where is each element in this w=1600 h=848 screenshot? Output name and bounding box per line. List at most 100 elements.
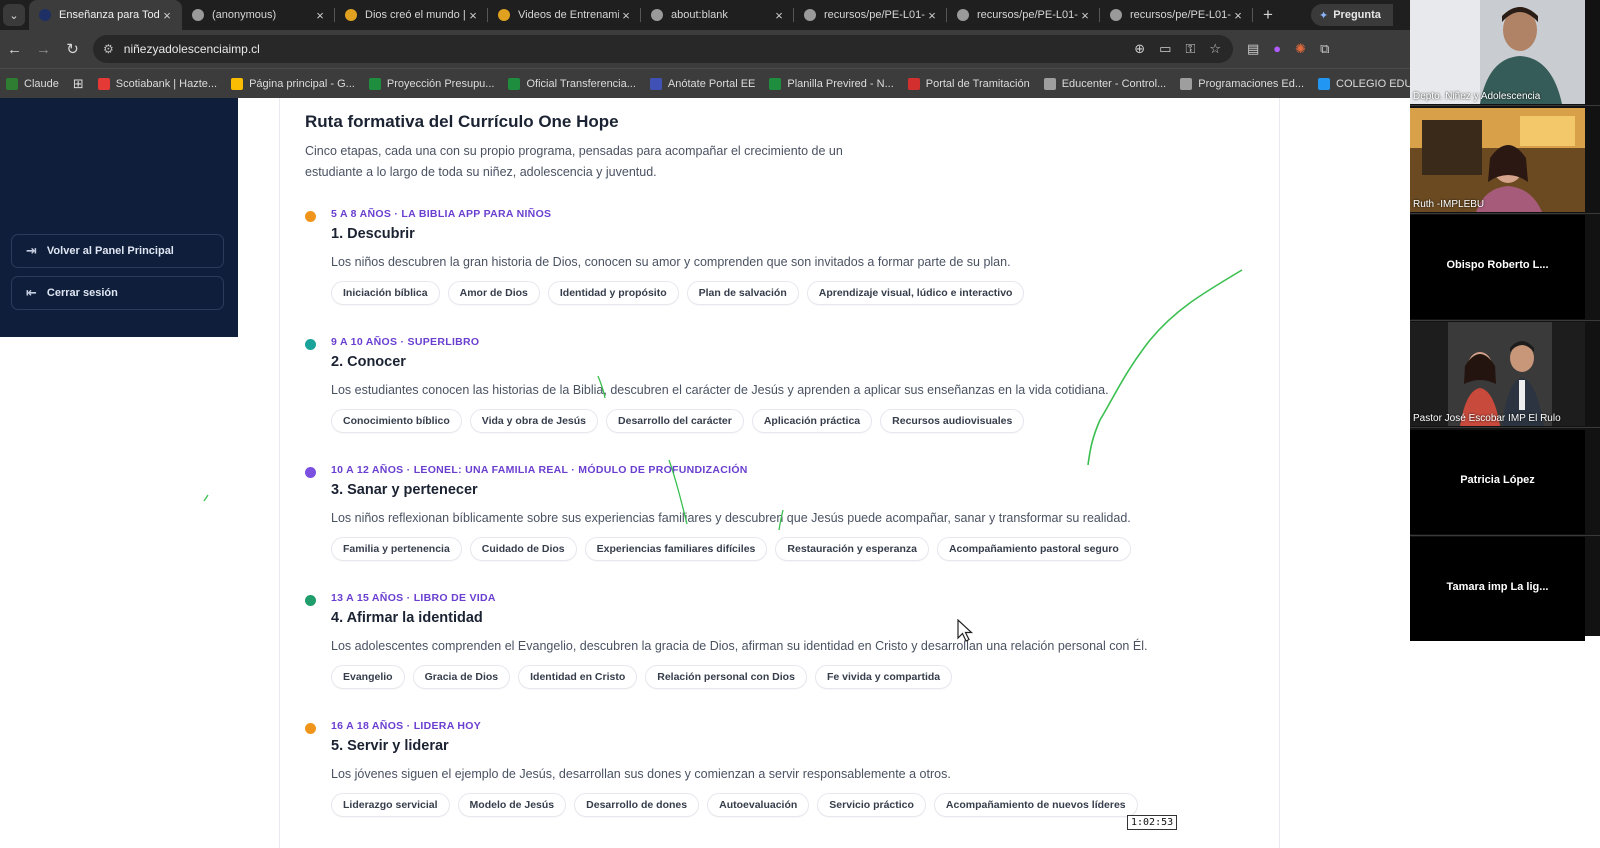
sidebar: ⇥ Volver al Panel Principal ⇤ Cerrar ses… — [0, 98, 238, 337]
participant-tile[interactable]: Patricia López — [1410, 430, 1585, 534]
close-tab-icon[interactable]: × — [466, 8, 480, 23]
stage-age-range: 13 A 15 AÑOS · LIBRO DE VIDA — [331, 592, 496, 604]
stage-title: 5. Servir y liderar — [331, 738, 449, 754]
tab-title: recursos/pe/PE-L01- — [977, 9, 1078, 21]
bookmark-item[interactable]: Programaciones Ed... — [1180, 77, 1305, 90]
stage-title: 3. Sanar y pertenecer — [331, 482, 478, 498]
forward-button[interactable]: → — [29, 41, 58, 58]
key-icon[interactable]: ⚿ — [1185, 41, 1195, 57]
bookmark-favicon-icon — [649, 77, 662, 90]
enter-arrow-icon: ⇥ — [26, 243, 37, 258]
close-tab-icon[interactable]: × — [1078, 8, 1092, 23]
apps-grid-icon[interactable]: ⊞ — [73, 76, 84, 92]
logout-button[interactable]: ⇤ Cerrar sesión — [11, 276, 224, 310]
browser-tab[interactable]: Videos de Entrenamie × — [488, 0, 641, 30]
bookmark-item[interactable]: Portal de Tramitación — [907, 77, 1030, 90]
topic-tag: Aplicación práctica — [751, 409, 873, 433]
tab-title: about:blank — [671, 9, 728, 21]
address-bar[interactable]: ⚙ niñezyadolescenciaimp.cl ⊕ ▭ ⚿ ☆ — [93, 35, 1233, 63]
close-tab-icon[interactable]: × — [619, 8, 633, 23]
topic-tag: Desarrollo de dones — [574, 793, 700, 817]
cast-icon[interactable]: ▭ — [1159, 41, 1171, 57]
tab-title: recursos/pe/PE-L01- — [824, 9, 925, 21]
extension-claude-icon[interactable]: ✺ — [1295, 41, 1306, 57]
participant-name: Ruth -IMPLEBU — [1413, 199, 1485, 210]
close-tab-icon[interactable]: × — [1231, 8, 1245, 23]
bookmark-item[interactable]: Claude — [6, 77, 59, 90]
bookmark-item[interactable]: Proyección Presupu... — [368, 77, 495, 90]
sparkle-icon: ✦ — [1319, 9, 1329, 22]
extension-purple-icon[interactable]: ● — [1273, 41, 1281, 57]
bookmark-favicon-icon — [97, 77, 110, 90]
participant-tile[interactable]: Obispo Roberto L... — [1410, 215, 1585, 319]
participant-tile[interactable]: Ruth -IMPLEBU — [1410, 108, 1585, 212]
browser-tab[interactable]: Dios creó el mundo | × — [335, 0, 488, 30]
annotation-stroke — [203, 494, 209, 502]
topic-tag: Amor de Dios — [447, 281, 540, 305]
browser-tab[interactable]: Enseñanza para Todo × — [29, 0, 182, 30]
browser-tab[interactable]: (anonymous) × — [182, 0, 335, 30]
close-tab-icon[interactable]: × — [313, 8, 327, 23]
reload-button[interactable]: ↻ — [58, 40, 87, 58]
timeline-dot — [305, 211, 316, 222]
stage-description: Los adolescentes comprenden el Evangelio… — [331, 639, 1148, 653]
participant-tile[interactable]: Pastor José Escobar IMP El Rulo — [1410, 322, 1585, 426]
stage-title: 1. Descubrir — [331, 226, 415, 242]
page-title: Ruta formativa del Currículo One Hope — [305, 112, 619, 131]
new-tab-button[interactable]: + — [1253, 5, 1283, 25]
topic-tag: Iniciación bíblica — [331, 281, 440, 305]
bookmark-label: Página principal - G... — [249, 77, 355, 90]
participant-name: Tamara imp La lig... — [1446, 581, 1549, 593]
participant-tile[interactable]: Depto. Niñez y Adolescencia — [1410, 0, 1585, 104]
bookmark-label: Oficial Transferencia... — [526, 77, 636, 90]
extensions-puzzle-icon[interactable]: ⧉ — [1320, 41, 1329, 57]
tab-title: Videos de Entrenamie — [518, 9, 619, 21]
browser-tab[interactable]: recursos/pe/PE-L01- × — [794, 0, 947, 30]
bookmark-favicon-icon — [368, 77, 381, 90]
tab-favicon-icon — [957, 9, 969, 21]
bookmark-item[interactable]: Planilla Previred - N... — [769, 77, 894, 90]
extension-storage-icon[interactable]: ▤ — [1247, 41, 1259, 57]
ask-gemini-button[interactable]: ✦ Pregunta — [1311, 4, 1393, 26]
bookmark-item[interactable]: Scotiabank | Hazte... — [97, 77, 217, 90]
participant-name: Pastor José Escobar IMP El Rulo — [1413, 413, 1561, 424]
participant-video-feed — [1410, 108, 1585, 212]
close-tab-icon[interactable]: × — [772, 8, 786, 23]
bookmark-label: Programaciones Ed... — [1198, 77, 1305, 90]
timeline-dot — [305, 467, 316, 478]
participant-tile[interactable]: Tamara imp La lig... — [1410, 537, 1585, 641]
close-tab-icon[interactable]: × — [925, 8, 939, 23]
bookmark-item[interactable]: Página principal - G... — [231, 77, 355, 90]
bookmark-label: Planilla Previred - N... — [787, 77, 894, 90]
site-settings-icon[interactable]: ⚙ — [103, 42, 114, 56]
tab-favicon-icon — [804, 9, 816, 21]
close-tab-icon[interactable]: × — [160, 8, 174, 23]
topic-tag: Cuidado de Dios — [469, 537, 577, 561]
browser-tab[interactable]: recursos/pe/PE-L01- × — [1100, 0, 1253, 30]
participant-name: Depto. Niñez y Adolescencia — [1413, 91, 1541, 102]
tab-search-button[interactable]: ⌄ — [3, 4, 25, 26]
bookmark-item[interactable]: Anótate Portal EE — [649, 77, 755, 90]
back-button[interactable]: ← — [0, 41, 29, 58]
topic-tag: Experiencias familiares difíciles — [584, 537, 768, 561]
back-to-dashboard-button[interactable]: ⇥ Volver al Panel Principal — [11, 234, 224, 268]
bookmark-label: Proyección Presupu... — [386, 77, 495, 90]
stage-tags: Conocimiento bíblico Vida y obra de Jesús… — [331, 409, 1025, 433]
topic-tag: Autoevaluación — [707, 793, 810, 817]
stage-tags: Iniciación bíblica Amor de Dios Identidad … — [331, 281, 1025, 305]
zoom-icon[interactable]: ⊕ — [1134, 41, 1145, 57]
topic-tag: Identidad y propósito — [547, 281, 679, 305]
bookmark-label: Portal de Tramitación — [925, 77, 1030, 90]
browser-tab[interactable]: recursos/pe/PE-L01- × — [947, 0, 1100, 30]
timeline-dot — [305, 595, 316, 606]
stage-tags: Familia y pertenencia Cuidado de Dios Expe… — [331, 537, 1131, 561]
bookmark-item[interactable]: Educenter - Control... — [1043, 77, 1166, 90]
logout-icon: ⇤ — [26, 285, 37, 300]
bookmark-item[interactable]: Oficial Transferencia... — [508, 77, 636, 90]
browser-tab[interactable]: about:blank × — [641, 0, 794, 30]
bookmark-favicon-icon — [907, 77, 920, 90]
bookmark-star-icon[interactable]: ☆ — [1209, 41, 1221, 57]
tile-divider — [1410, 320, 1600, 321]
stage-tags: Liderazgo servicial Modelo de Jesús Desarr… — [331, 793, 1138, 817]
topic-tag: Vida y obra de Jesús — [469, 409, 599, 433]
